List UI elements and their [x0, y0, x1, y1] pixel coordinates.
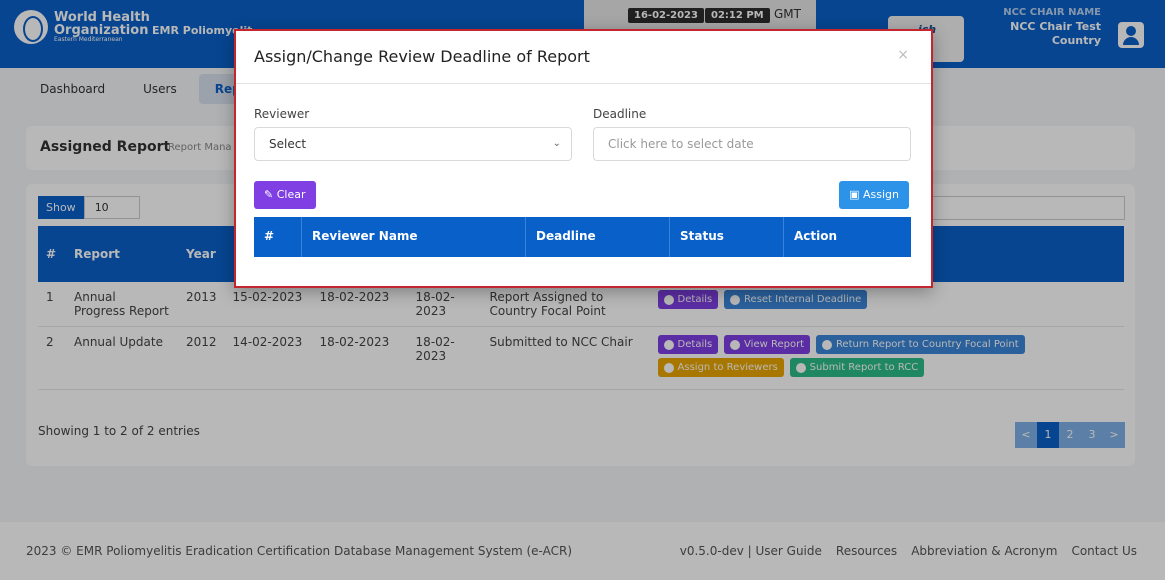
mcol-status: Status — [670, 217, 784, 257]
deadline-label: Deadline — [593, 107, 647, 121]
mcol-deadline: Deadline — [526, 217, 670, 257]
mcol-action: Action — [794, 229, 838, 243]
save-icon: ▣ — [849, 188, 860, 201]
reviewer-table-header: # Reviewer Name Deadline Status Action — [254, 217, 911, 257]
mcol-reviewer-name: Reviewer Name — [302, 217, 526, 257]
clear-button[interactable]: ✎ Clear — [254, 181, 316, 209]
reviewer-select[interactable]: Select ⌄ — [254, 127, 572, 161]
assign-button[interactable]: ▣ Assign — [839, 181, 909, 209]
assign-deadline-modal: Assign/Change Review Deadline of Report … — [234, 29, 933, 288]
close-icon[interactable]: × — [897, 47, 909, 63]
deadline-date-input[interactable]: Click here to select date — [593, 127, 911, 161]
broom-icon: ✎ — [264, 188, 274, 201]
modal-divider — [236, 83, 931, 84]
mcol-num: # — [254, 217, 302, 257]
reviewer-label: Reviewer — [254, 107, 310, 121]
chevron-down-icon: ⌄ — [552, 138, 561, 149]
modal-title: Assign/Change Review Deadline of Report — [254, 47, 590, 66]
